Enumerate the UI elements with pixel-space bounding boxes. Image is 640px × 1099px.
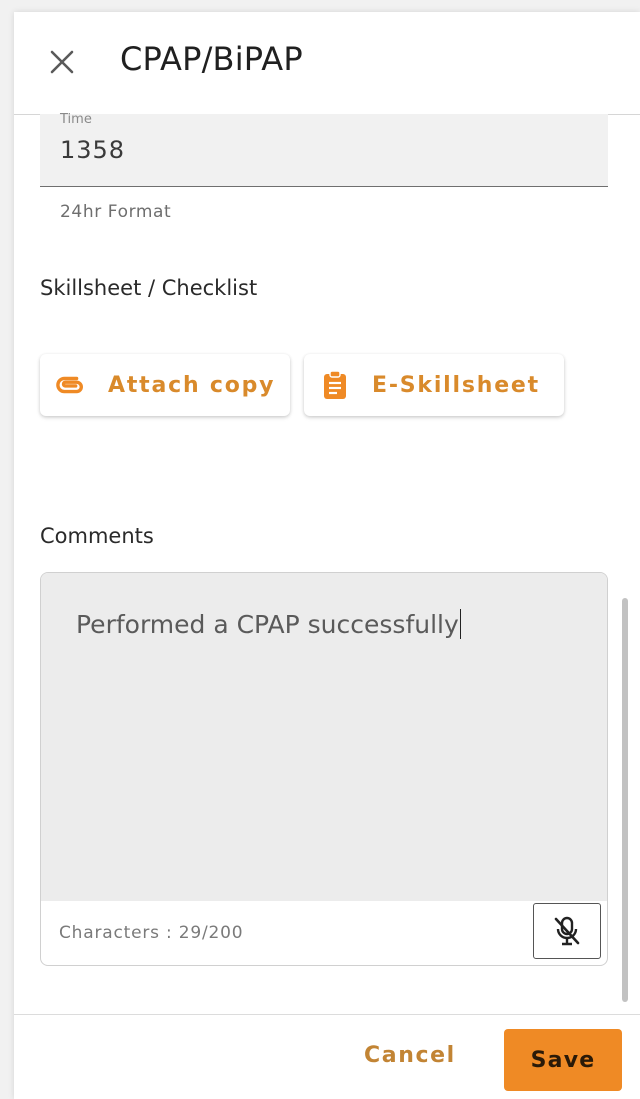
time-format-hint: 24hr Format [60,202,172,222]
attach-copy-label: Attach copy [108,372,276,398]
skillsheet-section-label: Skillsheet / Checklist [40,276,258,300]
clipboard-icon [320,370,350,400]
save-button[interactable]: Save [504,1029,622,1091]
character-count: Characters : 29/200 [59,923,244,943]
scrollbar[interactable] [622,598,628,1002]
paperclip-icon [56,370,86,400]
mic-off-icon [554,916,580,946]
cpap-dialog: CPAP/BiPAP Time 1358 24hr Format Skillsh… [14,12,640,1099]
time-field-label: Time [60,112,92,127]
comments-box: Performed a CPAP successfully Characters… [40,572,608,966]
attach-copy-button[interactable]: Attach copy [40,354,290,416]
dialog-header: CPAP/BiPAP [14,12,640,115]
e-skillsheet-label: E-Skillsheet [372,372,540,398]
mic-button[interactable] [533,903,601,959]
dialog-title: CPAP/BiPAP [120,40,303,78]
e-skillsheet-button[interactable]: E-Skillsheet [304,354,564,416]
dialog-footer: Cancel Save [14,1014,640,1099]
time-field-value[interactable]: 1358 [60,136,125,164]
comments-textarea[interactable]: Performed a CPAP successfully [41,573,607,901]
time-field[interactable]: Time 1358 [40,112,608,187]
close-icon [50,50,74,74]
comments-text: Performed a CPAP successfully [76,610,459,639]
comments-section-label: Comments [40,524,154,548]
close-button[interactable] [46,46,78,78]
cancel-button[interactable]: Cancel [364,1043,456,1068]
text-caret [459,609,462,639]
